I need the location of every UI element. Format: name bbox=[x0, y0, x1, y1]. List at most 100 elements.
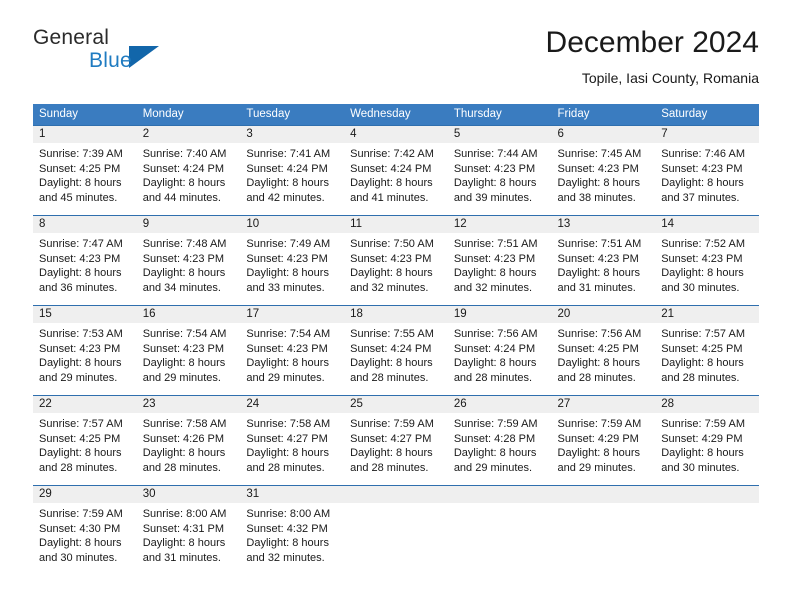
calendar-day-cell[interactable]: 11 Sunrise: 7:50 AM Sunset: 4:23 PM Dayligh… bbox=[344, 215, 448, 306]
day-cell-inner bbox=[344, 486, 448, 576]
sunrise-text: Sunrise: 7:59 AM bbox=[350, 418, 434, 430]
calendar-day-cell[interactable]: 26 Sunrise: 7:59 AM Sunset: 4:28 PM Dayligh… bbox=[447, 395, 552, 486]
sunrise-text: Sunrise: 7:57 AM bbox=[661, 328, 745, 340]
day-number bbox=[447, 486, 552, 503]
day-details: Sunrise: 7:51 AM Sunset: 4:23 PM Daylight:… bbox=[448, 233, 552, 295]
daylight-text-line2: and 28 minutes. bbox=[350, 371, 429, 384]
day-cell-inner: 2 Sunrise: 7:40 AM Sunset: 4:24 PM Daylight… bbox=[136, 126, 241, 215]
triangle-logo-icon bbox=[129, 46, 159, 68]
calendar-day-cell[interactable]: 4 Sunrise: 7:42 AM Sunset: 4:24 PM Daylight… bbox=[344, 125, 448, 216]
brand-name-blue: Blue bbox=[89, 49, 132, 72]
day-number: 30 bbox=[136, 486, 241, 503]
calendar-day-cell[interactable]: 20 Sunrise: 7:56 AM Sunset: 4:25 PM Dayligh… bbox=[551, 305, 656, 396]
calendar-day-cell[interactable]: 23 Sunrise: 7:58 AM Sunset: 4:26 PM Dayligh… bbox=[136, 395, 241, 486]
calendar-body: 1 Sunrise: 7:39 AM Sunset: 4:25 PM Daylight… bbox=[33, 125, 759, 576]
daylight-text-line2: and 45 minutes. bbox=[39, 191, 118, 204]
brand-name-general: General bbox=[33, 26, 110, 49]
calendar-day-cell[interactable]: 8 Sunrise: 7:47 AM Sunset: 4:23 PM Daylight… bbox=[33, 215, 137, 306]
calendar-day-cell[interactable]: 10 Sunrise: 7:49 AM Sunset: 4:23 PM Dayligh… bbox=[240, 215, 345, 306]
calendar-header-row: Sunday Monday Tuesday Wednesday Thursday… bbox=[33, 104, 759, 126]
calendar-day-cell[interactable]: 15 Sunrise: 7:53 AM Sunset: 4:23 PM Dayligh… bbox=[33, 305, 137, 396]
calendar-day-cell[interactable]: 22 Sunrise: 7:57 AM Sunset: 4:25 PM Dayligh… bbox=[33, 395, 137, 486]
sunset-text: Sunset: 4:25 PM bbox=[39, 432, 121, 445]
day-cell-inner: 25 Sunrise: 7:59 AM Sunset: 4:27 PM Dayligh… bbox=[344, 396, 448, 485]
sunset-text: Sunset: 4:23 PM bbox=[453, 162, 536, 175]
day-details: Sunrise: 7:50 AM Sunset: 4:23 PM Daylight:… bbox=[344, 233, 448, 295]
calendar-day-cell[interactable]: 1 Sunrise: 7:39 AM Sunset: 4:25 PM Daylight… bbox=[33, 125, 137, 216]
sunrise-text: Sunrise: 7:44 AM bbox=[453, 148, 538, 160]
sunset-text: Sunset: 4:32 PM bbox=[246, 522, 328, 535]
sunrise-text: Sunrise: 7:49 AM bbox=[246, 238, 331, 250]
daylight-text-line2: and 42 minutes. bbox=[246, 191, 325, 204]
day-cell-inner: 22 Sunrise: 7:57 AM Sunset: 4:25 PM Dayligh… bbox=[33, 396, 137, 485]
calendar-day-cell[interactable]: 6 Sunrise: 7:45 AM Sunset: 4:23 PM Daylight… bbox=[551, 125, 656, 216]
day-details: Sunrise: 7:59 AM Sunset: 4:29 PM Daylight:… bbox=[655, 413, 759, 475]
weekday-header-sunday: Sunday bbox=[33, 104, 137, 126]
sunset-text: Sunset: 4:23 PM bbox=[661, 162, 743, 175]
sunset-text: Sunset: 4:23 PM bbox=[142, 252, 225, 265]
calendar-day-cell[interactable]: 27 Sunrise: 7:59 AM Sunset: 4:29 PM Dayligh… bbox=[551, 395, 656, 486]
day-cell-inner: 9 Sunrise: 7:48 AM Sunset: 4:23 PM Daylight… bbox=[136, 216, 241, 305]
calendar-day-cell[interactable]: 16 Sunrise: 7:54 AM Sunset: 4:23 PM Dayligh… bbox=[136, 305, 241, 396]
calendar-day-cell[interactable]: 5 Sunrise: 7:44 AM Sunset: 4:23 PM Daylight… bbox=[447, 125, 552, 216]
weekday-header-thursday: Thursday bbox=[447, 104, 552, 126]
day-cell-inner: 11 Sunrise: 7:50 AM Sunset: 4:23 PM Dayligh… bbox=[344, 216, 448, 305]
day-number: 27 bbox=[551, 396, 656, 413]
day-number: 11 bbox=[344, 216, 448, 233]
weekday-header-friday: Friday bbox=[551, 104, 656, 126]
calendar-day-cell[interactable]: 29 Sunrise: 7:59 AM Sunset: 4:30 PM Dayligh… bbox=[33, 485, 137, 576]
sunset-text: Sunset: 4:31 PM bbox=[142, 522, 225, 535]
calendar-day-cell[interactable]: 19 Sunrise: 7:56 AM Sunset: 4:24 PM Dayligh… bbox=[447, 305, 552, 396]
calendar-day-cell[interactable]: 18 Sunrise: 7:55 AM Sunset: 4:24 PM Dayligh… bbox=[344, 305, 448, 396]
day-details bbox=[344, 503, 448, 507]
sunrise-text: Sunrise: 7:50 AM bbox=[350, 238, 434, 250]
day-details bbox=[552, 503, 656, 507]
daylight-text-line1: Daylight: 8 hours bbox=[246, 267, 329, 280]
day-details: Sunrise: 7:54 AM Sunset: 4:23 PM Daylight:… bbox=[240, 323, 344, 385]
sunset-text: Sunset: 4:29 PM bbox=[557, 432, 639, 445]
calendar-day-cell[interactable]: 24 Sunrise: 7:58 AM Sunset: 4:27 PM Dayligh… bbox=[240, 395, 345, 486]
day-number: 2 bbox=[136, 126, 241, 143]
day-number: 12 bbox=[447, 216, 552, 233]
day-cell-inner: 30 Sunrise: 8:00 AM Sunset: 4:31 PM Dayligh… bbox=[136, 486, 241, 576]
sunset-text: Sunset: 4:23 PM bbox=[246, 252, 328, 265]
day-number: 25 bbox=[344, 396, 448, 413]
sunrise-text: Sunrise: 7:56 AM bbox=[557, 328, 642, 340]
day-cell-inner: 20 Sunrise: 7:56 AM Sunset: 4:25 PM Dayligh… bbox=[551, 306, 656, 395]
day-number: 20 bbox=[551, 306, 656, 323]
calendar-day-cell[interactable]: 13 Sunrise: 7:51 AM Sunset: 4:23 PM Dayligh… bbox=[551, 215, 656, 306]
daylight-text-line1: Daylight: 8 hours bbox=[557, 267, 641, 280]
day-details: Sunrise: 7:56 AM Sunset: 4:24 PM Daylight:… bbox=[448, 323, 552, 385]
brand-logo[interactable]: General Blue bbox=[33, 26, 263, 82]
sunset-text: Sunset: 4:23 PM bbox=[557, 252, 639, 265]
calendar-day-cell[interactable]: 12 Sunrise: 7:51 AM Sunset: 4:23 PM Dayligh… bbox=[447, 215, 552, 306]
calendar-day-cell[interactable]: 9 Sunrise: 7:48 AM Sunset: 4:23 PM Daylight… bbox=[136, 215, 241, 306]
sunset-text: Sunset: 4:24 PM bbox=[246, 162, 328, 175]
day-details: Sunrise: 7:55 AM Sunset: 4:24 PM Daylight:… bbox=[344, 323, 448, 385]
daylight-text-line1: Daylight: 8 hours bbox=[246, 177, 329, 190]
sunset-text: Sunset: 4:24 PM bbox=[453, 342, 536, 355]
sunrise-text: Sunrise: 7:59 AM bbox=[453, 418, 538, 430]
page-title: December 2024 bbox=[545, 26, 759, 59]
day-details: Sunrise: 7:47 AM Sunset: 4:23 PM Daylight:… bbox=[33, 233, 137, 295]
daylight-text-line2: and 29 minutes. bbox=[453, 461, 533, 474]
calendar-day-cell[interactable]: 14 Sunrise: 7:52 AM Sunset: 4:23 PM Dayligh… bbox=[655, 215, 759, 306]
daylight-text-line1: Daylight: 8 hours bbox=[39, 537, 122, 550]
daylight-text-line1: Daylight: 8 hours bbox=[246, 357, 329, 370]
day-number: 3 bbox=[240, 126, 345, 143]
sunset-text: Sunset: 4:23 PM bbox=[39, 252, 121, 265]
day-number: 17 bbox=[240, 306, 345, 323]
calendar-day-cell[interactable]: 3 Sunrise: 7:41 AM Sunset: 4:24 PM Daylight… bbox=[240, 125, 345, 216]
calendar-day-cell[interactable]: 30 Sunrise: 8:00 AM Sunset: 4:31 PM Dayligh… bbox=[136, 485, 241, 576]
calendar-day-cell[interactable]: 25 Sunrise: 7:59 AM Sunset: 4:27 PM Dayligh… bbox=[344, 395, 448, 486]
page-header: General Blue December 2024 Topile, Iasi … bbox=[33, 26, 759, 96]
day-number: 14 bbox=[655, 216, 759, 233]
day-number: 4 bbox=[344, 126, 448, 143]
calendar-day-cell[interactable]: 2 Sunrise: 7:40 AM Sunset: 4:24 PM Daylight… bbox=[136, 125, 241, 216]
calendar-day-cell[interactable]: 7 Sunrise: 7:46 AM Sunset: 4:23 PM Daylight… bbox=[655, 125, 759, 216]
calendar-day-cell[interactable]: 28 Sunrise: 7:59 AM Sunset: 4:29 PM Dayligh… bbox=[655, 395, 759, 486]
calendar-day-cell[interactable]: 17 Sunrise: 7:54 AM Sunset: 4:23 PM Dayligh… bbox=[240, 305, 345, 396]
calendar-day-cell[interactable]: 21 Sunrise: 7:57 AM Sunset: 4:25 PM Dayligh… bbox=[655, 305, 759, 396]
calendar-day-cell[interactable]: 31 Sunrise: 8:00 AM Sunset: 4:32 PM Dayligh… bbox=[240, 485, 345, 576]
day-number: 8 bbox=[33, 216, 137, 233]
